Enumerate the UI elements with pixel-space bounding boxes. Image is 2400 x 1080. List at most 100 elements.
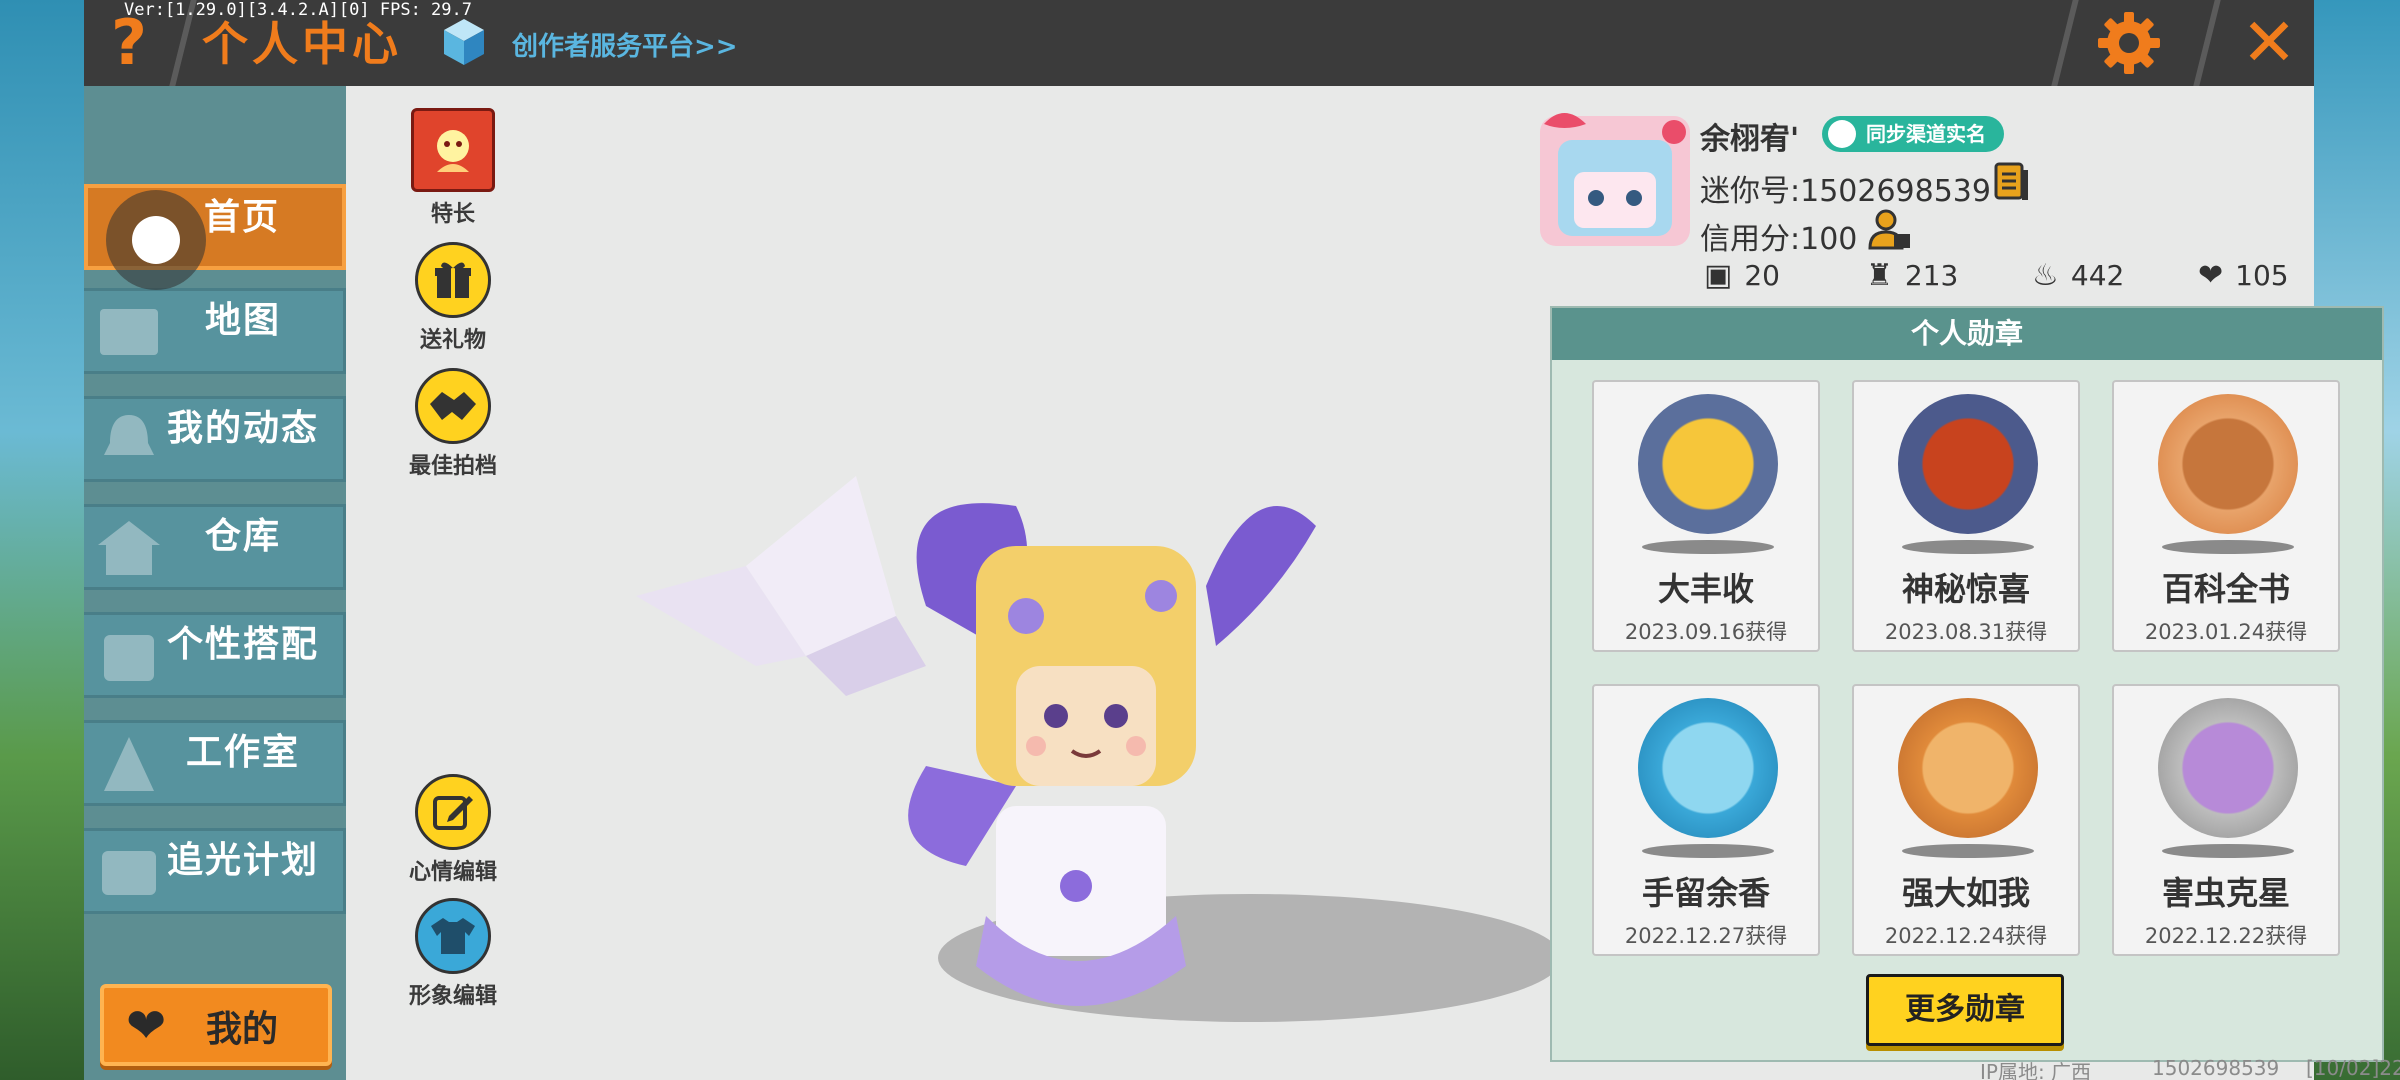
main-content: 特长 送礼物 最佳拍档 心情编辑 形象编辑 余栩宥' 同步渠道实名 迷你号:15… xyxy=(346,86,2400,1080)
cube-icon xyxy=(442,17,486,67)
sidebar-item-label: 个性搭配 xyxy=(166,624,319,665)
debug-version-text: Ver:[1.29.0][3.4.2.A][0] FPS: 29.7 xyxy=(124,0,472,20)
strong-medal-icon xyxy=(1898,698,2038,838)
stat-likes: ❤ 105 xyxy=(2198,258,2289,293)
medal-card[interactable]: 百科全书 2023.01.24获得 xyxy=(2112,380,2340,652)
medal-card[interactable]: 神秘惊喜 2023.08.31获得 xyxy=(1852,380,2080,652)
medal-shadow xyxy=(2162,844,2294,858)
sync-badge-label: 同步渠道实名 xyxy=(1866,122,1986,146)
medal-date: 2023.08.31获得 xyxy=(1884,620,2048,644)
medal-name: 害虫克星 xyxy=(2161,874,2290,912)
stat-add: ▣ 20 xyxy=(1704,258,1780,293)
mine-button[interactable]: ❤ 我的 xyxy=(100,984,332,1066)
sync-realname-badge[interactable]: 同步渠道实名 xyxy=(1822,116,2004,152)
best-partner-tool[interactable]: 最佳拍档 xyxy=(398,368,508,480)
close-button[interactable]: ✕ xyxy=(2234,6,2304,80)
header-bar: ? 个人中心 创作者服务平台>> ✕ Ver:[1.29.0][3.4.2.A]… xyxy=(84,0,2314,86)
character-avatar[interactable] xyxy=(596,446,1356,1046)
avatar[interactable] xyxy=(1534,102,1696,250)
sidebar-item-label: 仓库 xyxy=(204,516,281,557)
footer-time: [10/02]22:14 0 [5 xyxy=(2306,1056,2400,1080)
sidebar-item-label: 追光计划 xyxy=(166,840,319,881)
mood-edit-label: 心情编辑 xyxy=(408,860,497,885)
medal-shadow xyxy=(1642,844,1774,858)
skill-label: 特长 xyxy=(430,202,475,227)
heart-icon: ❤ xyxy=(126,998,167,1054)
medal-card[interactable]: 强大如我 2022.12.24获得 xyxy=(1852,684,2080,956)
medal-card[interactable]: 害虫克星 2022.12.22获得 xyxy=(2112,684,2340,956)
mystery-gift-medal-icon xyxy=(1898,394,2038,534)
medal-name: 手留余香 xyxy=(1641,874,1770,912)
header-divider xyxy=(2193,0,2221,86)
mini-id: 迷你号:1502698539 xyxy=(1700,174,1991,209)
user-check-icon xyxy=(1828,120,1856,148)
medal-shadow xyxy=(1902,844,2034,858)
ip-location: IP属地: 广西 xyxy=(1980,1060,2092,1080)
sidebar-item-label: 我的动态 xyxy=(166,408,319,449)
mine-button-label: 我的 xyxy=(206,1009,279,1050)
gift-tool[interactable]: 送礼物 xyxy=(398,242,508,354)
best-partner-label: 最佳拍档 xyxy=(408,454,497,479)
copy-icon[interactable] xyxy=(1994,162,2030,202)
stat-hot: ♨ 442 xyxy=(2032,258,2124,293)
header-divider xyxy=(2051,0,2079,86)
stat-fans-value: 213 xyxy=(1904,259,1959,292)
medal-name: 强大如我 xyxy=(1901,874,2030,912)
medal-name: 百科全书 xyxy=(2161,570,2290,608)
add-friend-icon: ▣ xyxy=(1704,258,1733,293)
medal-name: 神秘惊喜 xyxy=(1901,570,2030,608)
shirt-icon xyxy=(415,898,491,974)
medals-panel: 个人勋章 大丰收 2023.09.16获得 神秘惊喜 2023.08.31获得 … xyxy=(1550,306,2384,1062)
sidebar-item-map[interactable]: 地图 xyxy=(84,288,346,374)
medal-card[interactable]: 大丰收 2023.09.16获得 xyxy=(1592,380,1820,652)
skill-icon xyxy=(411,108,495,192)
sidebar-item-label: 工作室 xyxy=(185,732,300,773)
flame-icon: ♨ xyxy=(2032,258,2059,293)
sidebar-item-activity[interactable]: 我的动态 xyxy=(84,396,346,482)
stat-add-value: 20 xyxy=(1744,259,1780,292)
medal-name: 大丰收 xyxy=(1657,570,1754,608)
encyclopedia-medal-icon xyxy=(2158,394,2298,534)
heart-icon: ❤ xyxy=(2198,258,2224,293)
medal-shadow xyxy=(1902,540,2034,554)
footer-uid: 1502698539 xyxy=(2152,1056,2280,1080)
medal-shadow xyxy=(2162,540,2294,554)
creator-platform-link[interactable]: 创作者服务平台>> xyxy=(512,26,738,63)
sidebar-item-label: 地图 xyxy=(204,300,281,341)
medal-date: 2022.12.22获得 xyxy=(2144,924,2308,948)
sidebar-item-studio[interactable]: 工作室 xyxy=(84,720,346,806)
medals-title: 个人勋章 xyxy=(1552,308,2382,360)
skill-tool[interactable]: 特长 xyxy=(398,108,508,228)
stat-fans: ♜ 213 xyxy=(1866,258,1958,293)
avatar-edit-tool[interactable]: 形象编辑 xyxy=(398,898,508,1010)
credit-user-icon[interactable] xyxy=(1868,208,1912,252)
edit-icon xyxy=(415,774,491,850)
personal-center-panel: ? 个人中心 创作者服务平台>> ✕ Ver:[1.29.0][3.4.2.A]… xyxy=(84,0,2400,1080)
stat-likes-value: 105 xyxy=(2235,259,2289,292)
gift-label: 送礼物 xyxy=(419,328,486,353)
more-medals-button[interactable]: 更多勋章 xyxy=(1866,974,2064,1046)
sidebar-item-outfit[interactable]: 个性搭配 xyxy=(84,612,346,698)
gear-icon[interactable] xyxy=(2094,8,2164,78)
medal-card[interactable]: 手留余香 2022.12.27获得 xyxy=(1592,684,1820,956)
background-left xyxy=(0,0,84,1080)
avatar-edit-label: 形象编辑 xyxy=(408,984,497,1009)
medal-date: 2022.12.27获得 xyxy=(1624,924,1788,948)
fragrance-medal-icon xyxy=(1638,698,1778,838)
medal-date: 2023.01.24获得 xyxy=(2144,620,2308,644)
sidebar-item-light-plan[interactable]: 追光计划 xyxy=(84,828,346,914)
stat-hot-value: 442 xyxy=(2070,259,2125,292)
mood-edit-tool[interactable]: 心情编辑 xyxy=(398,774,508,886)
credit-score: 信用分:100 xyxy=(1700,222,1858,257)
harvest-medal-icon xyxy=(1638,394,1778,534)
medal-date: 2023.09.16获得 xyxy=(1624,620,1788,644)
sidebar-item-warehouse[interactable]: 仓库 xyxy=(84,504,346,590)
gift-icon xyxy=(415,242,491,318)
fans-icon: ♜ xyxy=(1866,258,1893,293)
pest-buster-medal-icon xyxy=(2158,698,2298,838)
medal-shadow xyxy=(1642,540,1774,554)
nickname: 余栩宥' xyxy=(1700,122,1800,157)
floating-assist-button[interactable] xyxy=(106,190,206,290)
handshake-icon xyxy=(415,368,491,444)
medal-date: 2022.12.24获得 xyxy=(1884,924,2048,948)
